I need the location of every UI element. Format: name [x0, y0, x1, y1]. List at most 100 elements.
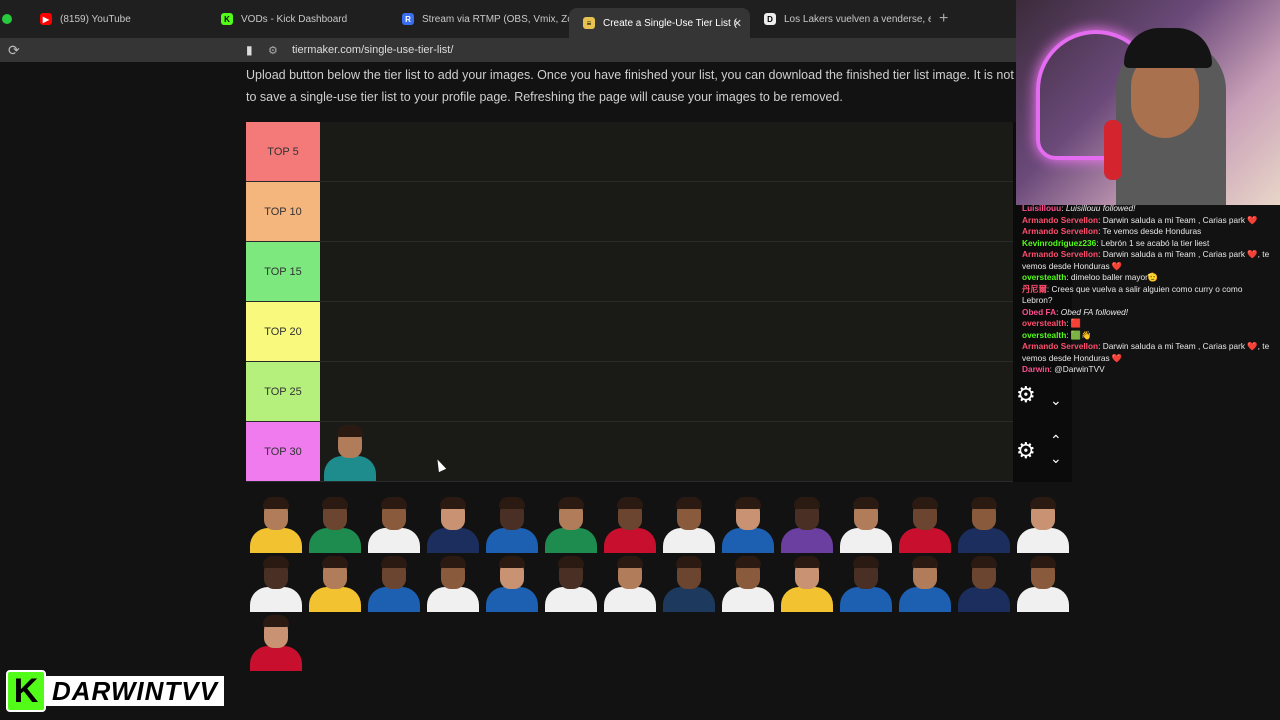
tier-label[interactable]: TOP 20	[246, 302, 320, 361]
player-image[interactable]	[541, 553, 600, 612]
chat-username[interactable]: overstealth	[1022, 272, 1066, 282]
browser-tab-bar: ▶ (8159) YouTube K VODs - Kick Dashboard R St…	[0, 0, 1016, 38]
player-image[interactable]	[954, 553, 1013, 612]
tier-drop-zone[interactable]	[320, 302, 1013, 361]
player-image[interactable]	[954, 494, 1013, 553]
tab-label: VODs - Kick Dashboard	[241, 13, 348, 25]
chat-overlay: Luisillouu: Luisillouu followed! Armando …	[1022, 203, 1272, 376]
chat-text: Crees que vuelva a salir alguien como cu…	[1022, 283, 1243, 306]
tier-row: TOP 25	[246, 362, 1013, 422]
chat-username[interactable]: Armando Servellon	[1022, 215, 1098, 225]
tier-drop-zone[interactable]	[320, 182, 1013, 241]
player-image[interactable]	[895, 553, 954, 612]
player-image[interactable]	[777, 553, 836, 612]
chat-username[interactable]: overstealth	[1022, 318, 1066, 328]
channel-name: DARWINTVV	[46, 676, 224, 706]
chat-username[interactable]: Luisillouu	[1022, 203, 1061, 213]
tier-drop-zone[interactable]	[320, 242, 1013, 301]
player-image[interactable]	[305, 553, 364, 612]
site-info-icon[interactable]: ⚙	[268, 44, 282, 57]
chat-text: Darwin saluda a mi Team , Carias park ❤️	[1102, 214, 1258, 225]
player-image[interactable]	[659, 553, 718, 612]
tier-label[interactable]: TOP 30	[246, 422, 320, 481]
tier-controls-6: ⚙ ⌃ ⌄	[1016, 432, 1076, 472]
chat-username[interactable]: Armando Servellon	[1022, 249, 1098, 259]
chat-username[interactable]: 丹尼爾	[1022, 284, 1047, 294]
player-image[interactable]	[305, 494, 364, 553]
tab-label: Create a Single-Use Tier List (	[603, 17, 737, 29]
close-tab-icon[interactable]: ✕	[733, 17, 742, 30]
chat-message: Armando Servellon: Darwin saluda a mi Te…	[1022, 341, 1272, 364]
chat-message: Luisillouu: Luisillouu followed!	[1022, 203, 1272, 215]
image-pool	[246, 494, 1074, 671]
chat-text: Luisillouu followed!	[1065, 203, 1136, 213]
chat-username[interactable]: Darwin	[1022, 364, 1050, 374]
chat-text: Te vemos desde Honduras	[1102, 226, 1202, 236]
tier-label[interactable]: TOP 25	[246, 362, 320, 421]
browser-tab[interactable]: K VODs - Kick Dashboard	[207, 0, 388, 38]
player-image[interactable]	[600, 494, 659, 553]
gear-icon[interactable]: ⚙	[1016, 384, 1038, 406]
player-image[interactable]	[659, 494, 718, 553]
tier-row: TOP 20	[246, 302, 1013, 362]
tier-label[interactable]: TOP 10	[246, 182, 320, 241]
chevron-up-icon[interactable]: ⌃	[1050, 432, 1062, 449]
chat-username[interactable]: overstealth	[1022, 330, 1066, 340]
player-image[interactable]	[895, 494, 954, 553]
chat-text: dimeloo baller mayor🫡	[1070, 272, 1159, 282]
player-image[interactable]	[777, 494, 836, 553]
player-image[interactable]	[482, 553, 541, 612]
player-image[interactable]	[718, 494, 777, 553]
player-image[interactable]	[1013, 494, 1072, 553]
chat-message: 丹尼爾: Crees que vuelva a salir alguien co…	[1022, 284, 1272, 307]
chat-message: overstealth: 🟩👋	[1022, 330, 1272, 342]
channel-logo: K DARWINTVV	[6, 670, 224, 712]
player-image[interactable]	[364, 494, 423, 553]
browser-tab[interactable]: D Los Lakers vuelven a venderse, es	[750, 0, 931, 38]
player-image[interactable]	[836, 494, 895, 553]
chat-username[interactable]: Armando Servellon	[1022, 341, 1098, 351]
player-image[interactable]	[246, 553, 305, 612]
player-image[interactable]	[423, 494, 482, 553]
address-bar: ⟳ ▮ ⚙ tiermaker.com/single-use-tier-list…	[0, 38, 1016, 62]
tier-drop-zone[interactable]	[320, 122, 1013, 181]
youtube-icon: ▶	[40, 13, 52, 25]
gear-icon[interactable]: ⚙	[1016, 440, 1038, 462]
chat-username[interactable]: Obed FA	[1022, 307, 1056, 317]
chevron-down-icon[interactable]: ⌄	[1050, 450, 1062, 467]
chat-username[interactable]: Kevinrodriguez236	[1022, 238, 1096, 248]
player-image[interactable]	[1013, 553, 1072, 612]
player-image[interactable]	[718, 553, 777, 612]
new-tab-button[interactable]: +	[939, 10, 948, 28]
tier-drop-zone[interactable]	[320, 362, 1013, 421]
kick-icon: K	[221, 13, 233, 25]
player-image[interactable]	[320, 422, 379, 481]
chat-message: Darwin: @DarwinTVV	[1022, 364, 1272, 376]
player-image[interactable]	[541, 494, 600, 553]
player-image[interactable]	[364, 553, 423, 612]
window-control-dot[interactable]	[2, 14, 12, 24]
restream-icon: R	[402, 13, 414, 25]
browser-tab[interactable]: ▶ (8159) YouTube	[26, 0, 207, 38]
browser-tab[interactable]: R Stream via RTMP (OBS, Vmix, Zoo	[388, 0, 569, 38]
chevron-down-icon[interactable]: ⌄	[1050, 392, 1062, 409]
tier-label[interactable]: TOP 5	[246, 122, 320, 181]
tab-label: Stream via RTMP (OBS, Vmix, Zoo	[422, 13, 569, 25]
chat-message: Armando Servellon: Darwin saluda a mi Te…	[1022, 215, 1272, 227]
tier-drop-zone[interactable]	[320, 422, 1013, 481]
player-image[interactable]	[246, 494, 305, 553]
bookmark-icon[interactable]: ▮	[246, 43, 260, 57]
player-image[interactable]	[600, 553, 659, 612]
player-image[interactable]	[482, 494, 541, 553]
player-image[interactable]	[836, 553, 895, 612]
tier-row: TOP 5	[246, 122, 1013, 182]
tier-label[interactable]: TOP 15	[246, 242, 320, 301]
player-image[interactable]	[246, 612, 305, 671]
chat-message: Kevinrodriguez236: Lebrón 1 se acabó la …	[1022, 238, 1272, 250]
browser-tab[interactable]: ≡ Create a Single-Use Tier List (✕	[569, 8, 750, 38]
reload-icon[interactable]: ⟳	[8, 42, 24, 59]
chat-username[interactable]: Armando Servellon	[1022, 226, 1098, 236]
url-text[interactable]: tiermaker.com/single-use-tier-list/	[292, 44, 453, 56]
tab-label: (8159) YouTube	[60, 13, 131, 25]
player-image[interactable]	[423, 553, 482, 612]
